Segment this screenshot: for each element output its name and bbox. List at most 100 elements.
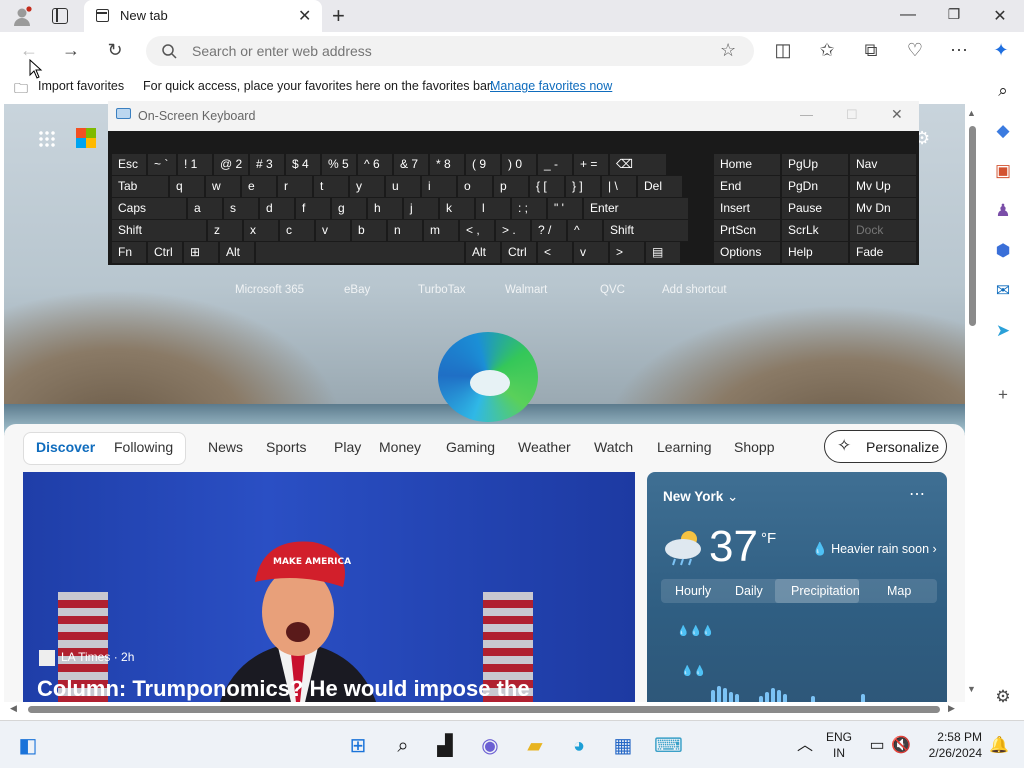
store-icon[interactable]: ▦	[610, 733, 636, 759]
weather-location[interactable]: New York ⌄	[663, 489, 738, 505]
osk-key[interactable]: ! 1	[178, 154, 212, 175]
scroll-down-arrow[interactable]: ▼	[967, 684, 976, 694]
osk-nav-key[interactable]: ScrLk	[782, 220, 848, 241]
osk-key[interactable]: @ 2	[214, 154, 248, 175]
osk-key[interactable]: >	[610, 242, 644, 263]
osk-key[interactable]: h	[368, 198, 402, 219]
osk-close-button[interactable]: ✕	[891, 106, 903, 123]
osk-key[interactable]: v	[316, 220, 350, 241]
osk-key[interactable]: ( 9	[466, 154, 500, 175]
taskbar-search-icon[interactable]: ⌕	[390, 733, 416, 759]
tab-following[interactable]: Following	[114, 439, 173, 455]
osk-key[interactable]: y	[350, 176, 384, 197]
osk-key[interactable]: ▤	[646, 242, 680, 263]
osk-key[interactable]: ⊞	[184, 242, 218, 263]
osk-key[interactable]: Del	[638, 176, 682, 197]
tab-discover[interactable]: Discover	[36, 439, 95, 455]
osk-key[interactable]: { [	[530, 176, 564, 197]
osk-nav-key[interactable]: PrtScn	[714, 220, 780, 241]
tab-shopping[interactable]: Shopp	[734, 439, 774, 455]
tab-gaming[interactable]: Gaming	[446, 439, 495, 455]
weather-condition[interactable]: 💧 Heavier rain soon ›	[812, 542, 937, 557]
back-button[interactable]: ←	[18, 40, 40, 61]
volume-muted-icon[interactable]: 🔇	[888, 733, 914, 759]
osk-key[interactable]: # 3	[250, 154, 284, 175]
sidebar-outlook-icon[interactable]: ✉	[992, 280, 1014, 302]
edge-taskbar-icon[interactable]: ◕	[566, 733, 592, 759]
weather-tab-daily[interactable]: Daily	[735, 584, 763, 598]
weather-more-icon[interactable]: ⋯	[909, 484, 925, 504]
osk-nav-key[interactable]: PgUp	[782, 154, 848, 175]
osk-nav-key[interactable]: Nav	[850, 154, 916, 175]
refresh-button[interactable]: ↻	[104, 40, 126, 61]
osk-key[interactable]: f	[296, 198, 330, 219]
address-bar[interactable]: ☆	[146, 36, 754, 66]
osk-nav-key[interactable]: Options	[714, 242, 780, 263]
osk-key[interactable]: z	[208, 220, 242, 241]
tab-new-tab[interactable]: New tab ✕	[84, 0, 322, 32]
osk-key[interactable]: " '	[548, 198, 582, 219]
tab-close-icon[interactable]: ✕	[298, 6, 311, 26]
tab-actions-icon[interactable]	[52, 8, 68, 24]
chat-icon[interactable]: ◉	[477, 733, 503, 759]
forward-button[interactable]: →	[60, 40, 82, 61]
add-shortcut-button[interactable]: Add shortcut	[662, 284, 727, 296]
split-screen-icon[interactable]: ◫	[772, 40, 794, 61]
address-input[interactable]	[192, 43, 692, 59]
osk-key[interactable]: < ,	[460, 220, 494, 241]
osk-nav-key[interactable]: PgDn	[782, 176, 848, 197]
sidebar-settings-icon[interactable]: ⚙	[992, 686, 1014, 708]
osk-key[interactable]: g	[332, 198, 366, 219]
osk-key[interactable]: d	[260, 198, 294, 219]
scroll-up-arrow[interactable]: ▲	[967, 108, 976, 118]
sidebar-tools-icon[interactable]: ▣	[992, 160, 1014, 182]
osk-key[interactable]: n	[388, 220, 422, 241]
osk-taskbar-icon[interactable]: ⌨	[654, 733, 683, 759]
scrollbar-thumb[interactable]	[28, 706, 940, 713]
osk-key[interactable]: m	[424, 220, 458, 241]
browser-essentials-icon[interactable]: ♡	[904, 40, 926, 61]
clock[interactable]: 2:58 PM 2/26/2024	[924, 729, 982, 761]
tab-weather[interactable]: Weather	[518, 439, 571, 455]
osk-key[interactable]: e	[242, 176, 276, 197]
sidebar-search-icon[interactable]: ⌕	[992, 80, 1014, 102]
network-icon[interactable]: ▭	[864, 733, 890, 759]
copilot-icon[interactable]: ✦	[990, 40, 1012, 61]
osk-key[interactable]: ^	[568, 220, 602, 241]
osk-key[interactable]: c	[280, 220, 314, 241]
osk-key[interactable]: Tab	[112, 176, 168, 197]
tab-learning[interactable]: Learning	[657, 439, 712, 455]
widgets-icon[interactable]: ◧	[15, 733, 41, 759]
osk-titlebar[interactable]: On-Screen Keyboard — ☐ ✕	[108, 101, 919, 131]
osk-key[interactable]: i	[422, 176, 456, 197]
collections-icon[interactable]: ⧉	[860, 40, 882, 61]
vertical-scrollbar[interactable]: ▲ ▼	[966, 104, 980, 704]
sidebar-shopping-icon[interactable]: ◆	[992, 120, 1014, 142]
osk-key[interactable]: r	[278, 176, 312, 197]
close-window-button[interactable]: ✕	[990, 6, 1010, 26]
osk-key[interactable]: Fn	[112, 242, 146, 263]
scrollbar-thumb[interactable]	[969, 126, 976, 326]
osk-nav-key[interactable]: Help	[782, 242, 848, 263]
osk-nav-key[interactable]: Fade	[850, 242, 916, 263]
shortcut-qvc[interactable]: QVC	[600, 284, 625, 296]
osk-minimize-button[interactable]: —	[800, 107, 813, 122]
file-explorer-icon[interactable]: ▰	[522, 733, 548, 759]
minimize-button[interactable]: —	[898, 6, 918, 24]
news-card[interactable]: MAKE AMERICA LA Times · 2h Column: Trump…	[23, 472, 635, 704]
osk-key[interactable]: Ctrl	[148, 242, 182, 263]
task-view-icon[interactable]: ▟	[432, 733, 458, 759]
osk-key[interactable]: p	[494, 176, 528, 197]
app-launcher-icon[interactable]	[38, 130, 56, 148]
tab-sports[interactable]: Sports	[266, 439, 306, 455]
osk-key[interactable]: u	[386, 176, 420, 197]
language-indicator[interactable]: ENG IN	[826, 729, 852, 761]
osk-key[interactable]: ~ `	[148, 154, 176, 175]
osk-key[interactable]: a	[188, 198, 222, 219]
news-headline[interactable]: Column: Trumponomics? He would impose th…	[37, 676, 530, 702]
import-favorites-button[interactable]: Import favorites	[38, 79, 124, 93]
osk-key[interactable]: ) 0	[502, 154, 536, 175]
osk-key[interactable]: Enter	[584, 198, 688, 219]
osk-key[interactable]: ? /	[532, 220, 566, 241]
osk-key[interactable]: k	[440, 198, 474, 219]
